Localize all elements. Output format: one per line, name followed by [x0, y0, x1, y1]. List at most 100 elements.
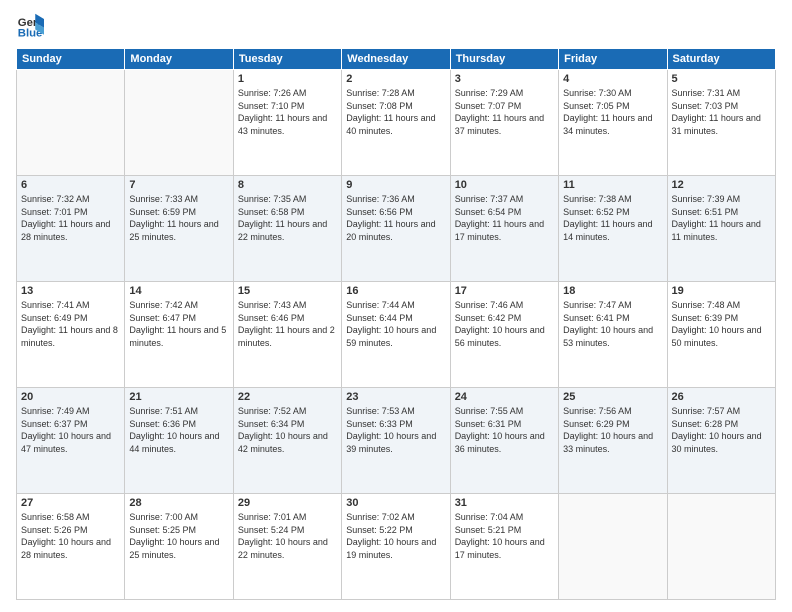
calendar-cell: 26Sunrise: 7:57 AMSunset: 6:28 PMDayligh… — [667, 388, 775, 494]
day-number: 11 — [563, 179, 662, 191]
day-info: Sunrise: 7:47 AMSunset: 6:41 PMDaylight:… — [563, 299, 662, 349]
calendar-cell: 31 Sunrise: 7:04 AMSunset: 5:21 PMDayligh… — [450, 494, 558, 600]
day-info: Sunrise: 7:49 AMSunset: 6:37 PMDaylight:… — [21, 405, 120, 455]
calendar-cell: 23 Sunrise: 7:53 AMSunset: 6:33 PMDayligh… — [342, 388, 450, 494]
day-info: Sunrise: 7:02 AMSunset: 5:22 PMDaylight:… — [346, 511, 445, 561]
calendar-cell: 6 Sunrise: 7:32 AMSunset: 7:01 PMDaylight… — [17, 176, 125, 282]
day-info: Sunrise: 7:00 AMSunset: 5:25 PMDaylight:… — [129, 511, 228, 561]
day-number: 26 — [672, 391, 771, 403]
day-info: Sunrise: 7:35 AMSunset: 6:58 PMDaylight:… — [238, 193, 337, 243]
day-number: 30 — [346, 497, 445, 509]
day-number: 10 — [455, 179, 554, 191]
day-number: 18 — [563, 285, 662, 297]
day-number: 29 — [238, 497, 337, 509]
day-info: Sunrise: 7:46 AMSunset: 6:42 PMDaylight:… — [455, 299, 554, 349]
logo: General Blue — [16, 12, 48, 40]
day-number: 6 — [21, 179, 120, 191]
calendar-cell: 28Sunrise: 7:00 AMSunset: 5:25 PMDayligh… — [125, 494, 233, 600]
day-number: 19 — [672, 285, 771, 297]
day-info: Sunrise: 7:29 AMSunset: 7:07 PMDaylight:… — [455, 87, 554, 137]
day-number: 1 — [238, 73, 337, 85]
calendar-cell: 17 Sunrise: 7:46 AMSunset: 6:42 PMDayligh… — [450, 282, 558, 388]
day-number: 5 — [672, 73, 771, 85]
calendar-cell — [17, 70, 125, 176]
calendar-cell: 16 Sunrise: 7:44 AMSunset: 6:44 PMDayligh… — [342, 282, 450, 388]
day-number: 15 — [238, 285, 337, 297]
calendar-cell: 7 Sunrise: 7:33 AMSunset: 6:59 PMDaylight… — [125, 176, 233, 282]
day-info: Sunrise: 7:55 AMSunset: 6:31 PMDaylight:… — [455, 405, 554, 455]
day-number: 7 — [129, 179, 228, 191]
calendar-cell: 18 Sunrise: 7:47 AMSunset: 6:41 PMDayligh… — [559, 282, 667, 388]
logo-icon: General Blue — [16, 12, 44, 40]
day-number: 21 — [129, 391, 228, 403]
day-info: Sunrise: 7:38 AMSunset: 6:52 PMDaylight:… — [563, 193, 662, 243]
day-info: Sunrise: 7:39 AMSunset: 6:51 PMDaylight:… — [672, 193, 771, 243]
calendar-cell: 29 Sunrise: 7:01 AMSunset: 5:24 PMDayligh… — [233, 494, 341, 600]
day-info: Sunrise: 7:37 AMSunset: 6:54 PMDaylight:… — [455, 193, 554, 243]
day-number: 9 — [346, 179, 445, 191]
day-number: 12 — [672, 179, 771, 191]
day-info: Sunrise: 7:48 AMSunset: 6:39 PMDaylight:… — [672, 299, 771, 349]
day-number: 27 — [21, 497, 120, 509]
calendar-cell: 2 Sunrise: 7:28 AMSunset: 7:08 PMDaylight… — [342, 70, 450, 176]
day-info: Sunrise: 7:51 AMSunset: 6:36 PMDaylight:… — [129, 405, 228, 455]
calendar-cell: 30 Sunrise: 7:02 AMSunset: 5:22 PMDayligh… — [342, 494, 450, 600]
calendar-cell: 25 Sunrise: 7:56 AMSunset: 6:29 PMDayligh… — [559, 388, 667, 494]
day-number: 20 — [21, 391, 120, 403]
weekday-header: Wednesday — [342, 49, 450, 70]
calendar-cell: 10 Sunrise: 7:37 AMSunset: 6:54 PMDayligh… — [450, 176, 558, 282]
day-info: Sunrise: 7:30 AMSunset: 7:05 PMDaylight:… — [563, 87, 662, 137]
calendar-cell: 5 Sunrise: 7:31 AMSunset: 7:03 PMDaylight… — [667, 70, 775, 176]
calendar-cell: 9 Sunrise: 7:36 AMSunset: 6:56 PMDaylight… — [342, 176, 450, 282]
day-info: Sunrise: 7:04 AMSunset: 5:21 PMDaylight:… — [455, 511, 554, 561]
day-number: 23 — [346, 391, 445, 403]
day-info: Sunrise: 7:01 AMSunset: 5:24 PMDaylight:… — [238, 511, 337, 561]
calendar-cell: 21 Sunrise: 7:51 AMSunset: 6:36 PMDayligh… — [125, 388, 233, 494]
day-number: 14 — [129, 285, 228, 297]
day-number: 13 — [21, 285, 120, 297]
day-number: 31 — [455, 497, 554, 509]
weekday-header: Tuesday — [233, 49, 341, 70]
calendar-cell — [667, 494, 775, 600]
day-number: 22 — [238, 391, 337, 403]
day-number: 17 — [455, 285, 554, 297]
day-info: Sunrise: 7:28 AMSunset: 7:08 PMDaylight:… — [346, 87, 445, 137]
day-info: Sunrise: 6:58 AMSunset: 5:26 PMDaylight:… — [21, 511, 120, 561]
calendar-cell: 19 Sunrise: 7:48 AMSunset: 6:39 PMDayligh… — [667, 282, 775, 388]
calendar-cell: 3 Sunrise: 7:29 AMSunset: 7:07 PMDaylight… — [450, 70, 558, 176]
calendar-cell: 11 Sunrise: 7:38 AMSunset: 6:52 PMDayligh… — [559, 176, 667, 282]
day-info: Sunrise: 7:44 AMSunset: 6:44 PMDaylight:… — [346, 299, 445, 349]
day-info: Sunrise: 7:26 AMSunset: 7:10 PMDaylight:… — [238, 87, 337, 137]
day-info: Sunrise: 7:36 AMSunset: 6:56 PMDaylight:… — [346, 193, 445, 243]
calendar-cell: 13 Sunrise: 7:41 AMSunset: 6:49 PMDayligh… — [17, 282, 125, 388]
day-number: 4 — [563, 73, 662, 85]
day-info: Sunrise: 7:43 AMSunset: 6:46 PMDaylight:… — [238, 299, 337, 349]
day-info: Sunrise: 7:41 AMSunset: 6:49 PMDaylight:… — [21, 299, 120, 349]
day-info: Sunrise: 7:31 AMSunset: 7:03 PMDaylight:… — [672, 87, 771, 137]
weekday-header: Thursday — [450, 49, 558, 70]
calendar-cell — [559, 494, 667, 600]
page-header: General Blue — [16, 12, 776, 40]
weekday-header: Sunday — [17, 49, 125, 70]
calendar-cell: 15 Sunrise: 7:43 AMSunset: 6:46 PMDayligh… — [233, 282, 341, 388]
day-number: 16 — [346, 285, 445, 297]
weekday-header: Saturday — [667, 49, 775, 70]
day-number: 2 — [346, 73, 445, 85]
weekday-header: Friday — [559, 49, 667, 70]
weekday-header: Monday — [125, 49, 233, 70]
calendar-cell: 12 Sunrise: 7:39 AMSunset: 6:51 PMDayligh… — [667, 176, 775, 282]
calendar-table: SundayMondayTuesdayWednesdayThursdayFrid… — [16, 48, 776, 600]
calendar-cell: 1 Sunrise: 7:26 AMSunset: 7:10 PMDaylight… — [233, 70, 341, 176]
day-info: Sunrise: 7:42 AMSunset: 6:47 PMDaylight:… — [129, 299, 228, 349]
day-number: 25 — [563, 391, 662, 403]
calendar-cell: 8Sunrise: 7:35 AMSunset: 6:58 PMDaylight… — [233, 176, 341, 282]
calendar-cell: 14 Sunrise: 7:42 AMSunset: 6:47 PMDayligh… — [125, 282, 233, 388]
day-info: Sunrise: 7:32 AMSunset: 7:01 PMDaylight:… — [21, 193, 120, 243]
calendar-cell: 22Sunrise: 7:52 AMSunset: 6:34 PMDayligh… — [233, 388, 341, 494]
calendar-cell: 24 Sunrise: 7:55 AMSunset: 6:31 PMDayligh… — [450, 388, 558, 494]
day-info: Sunrise: 7:56 AMSunset: 6:29 PMDaylight:… — [563, 405, 662, 455]
day-number: 24 — [455, 391, 554, 403]
day-info: Sunrise: 7:53 AMSunset: 6:33 PMDaylight:… — [346, 405, 445, 455]
day-info: Sunrise: 7:33 AMSunset: 6:59 PMDaylight:… — [129, 193, 228, 243]
day-number: 3 — [455, 73, 554, 85]
